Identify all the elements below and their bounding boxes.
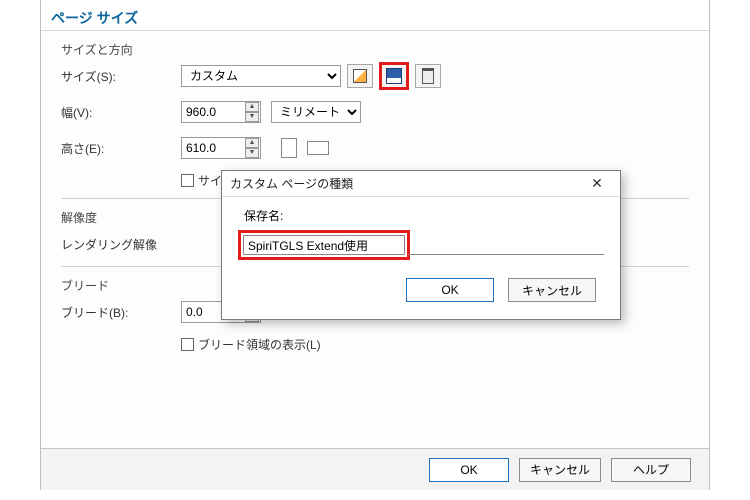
width-input[interactable]: 960.0 ▲▼ <box>181 101 261 123</box>
edit-icon <box>353 69 367 83</box>
show-bleed-label: ブリード領域の表示(L) <box>198 336 321 353</box>
button-bar: OK キャンセル ヘルプ <box>41 448 709 490</box>
width-spinner[interactable]: ▲▼ <box>245 102 259 122</box>
save-preset-dialog: カスタム ページの種類 ✕ 保存名: OK キャンセル <box>221 170 621 320</box>
dialog-titlebar: カスタム ページの種類 ✕ <box>222 171 620 197</box>
save-icon <box>386 68 402 84</box>
row-height: 高さ(E): 610.0 ▲▼ <box>61 134 689 162</box>
label-size: サイズ(S): <box>61 68 181 85</box>
save-name-label: 保存名: <box>238 207 604 224</box>
checkbox-icon <box>181 338 194 351</box>
size-select[interactable]: カスタム <box>181 65 341 87</box>
orientation-landscape[interactable] <box>307 141 329 155</box>
dialog-close-button[interactable]: ✕ <box>582 173 612 195</box>
ok-button[interactable]: OK <box>429 458 509 482</box>
row-width: 幅(V): 960.0 ▲▼ ミリメートル <box>61 98 689 126</box>
unit-select[interactable]: ミリメートル <box>271 101 361 123</box>
save-preset-button[interactable] <box>379 62 409 90</box>
label-rendering: レンダリング解像 <box>61 236 181 253</box>
trash-icon <box>422 68 434 84</box>
dialog-cancel-button[interactable]: キャンセル <box>508 278 596 302</box>
section-size-direction: サイズと方向 <box>61 41 689 58</box>
delete-preset-button[interactable] <box>415 64 441 88</box>
label-height: 高さ(E): <box>61 140 181 157</box>
cancel-button[interactable]: キャンセル <box>519 458 601 482</box>
save-name-highlight <box>238 230 410 260</box>
help-button[interactable]: ヘルプ <box>611 458 691 482</box>
page-title: ページ サイズ <box>41 0 709 31</box>
height-input[interactable]: 610.0 ▲▼ <box>181 137 261 159</box>
close-icon: ✕ <box>591 175 603 192</box>
orientation-portrait[interactable] <box>281 138 297 158</box>
input-underline <box>408 254 604 255</box>
edit-preset-button[interactable] <box>347 64 373 88</box>
height-spinner[interactable]: ▲▼ <box>245 138 259 158</box>
show-bleed-checkbox[interactable]: ブリード領域の表示(L) <box>181 334 689 354</box>
label-bleed: ブリード(B): <box>61 304 181 321</box>
label-width: 幅(V): <box>61 104 181 121</box>
save-name-input[interactable] <box>243 235 405 255</box>
row-size: サイズ(S): カスタム <box>61 62 689 90</box>
dialog-ok-button[interactable]: OK <box>406 278 494 302</box>
dialog-title: カスタム ページの種類 <box>230 175 353 192</box>
page-size-panel: ページ サイズ サイズと方向 サイズ(S): カスタム 幅(V): 960.0 … <box>40 0 710 490</box>
checkbox-icon <box>181 174 194 187</box>
